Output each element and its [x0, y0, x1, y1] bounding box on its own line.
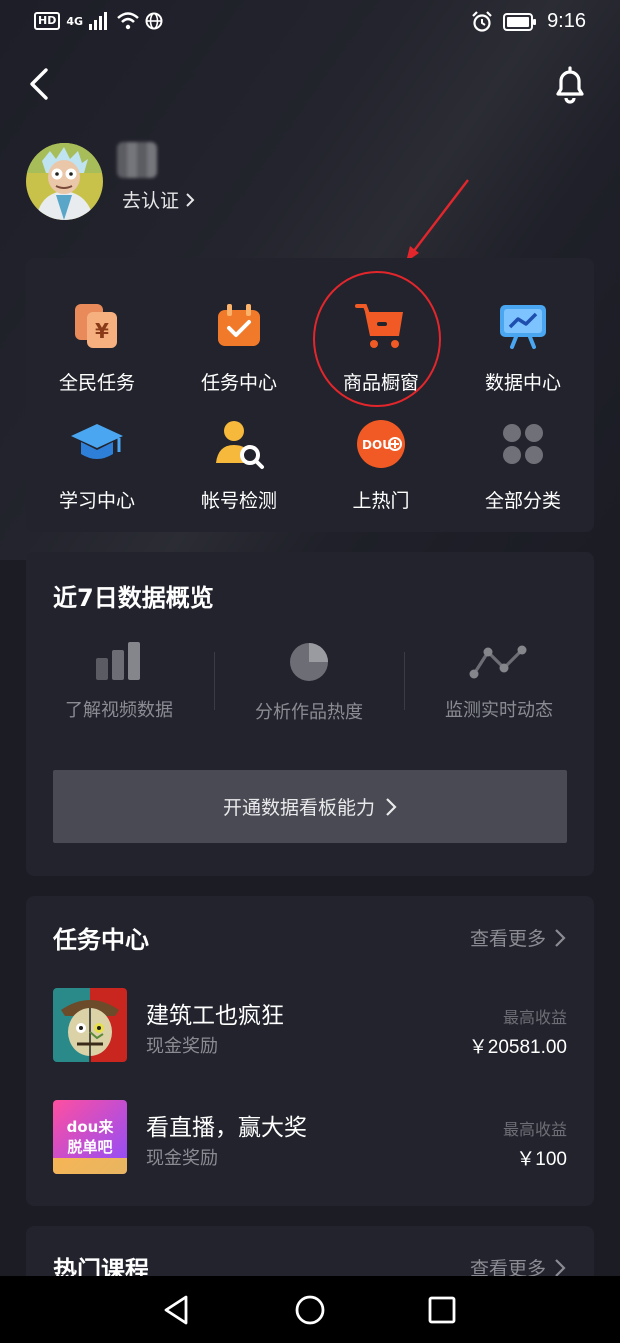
- section-title: 任务中心: [53, 926, 149, 954]
- tools-grid-card: ¥ 全民任务 任务中心 商品橱窗 数据中心 学习中心 帐号检测 DOU 上热门 …: [26, 258, 594, 532]
- status-bar: HD 4G 9:16: [0, 0, 620, 46]
- game-thumbnail: [53, 988, 127, 1062]
- metric-video-data[interactable]: 了解视频数据: [26, 642, 212, 728]
- chevron-left-icon: [30, 68, 48, 100]
- user-search-icon: [211, 416, 267, 472]
- task-earn-value: ￥100: [516, 1149, 567, 1170]
- chevron-right-icon: [386, 797, 397, 816]
- money-cards-icon: ¥: [69, 298, 125, 354]
- tool-label: 全民任务: [58, 372, 135, 394]
- task-earn-label: 最高收益: [502, 1008, 567, 1027]
- cta-label: 开通数据看板能力: [222, 797, 375, 819]
- tool-learning-center[interactable]: 学习中心: [26, 408, 168, 526]
- task-earn-label: 最高收益: [502, 1120, 567, 1139]
- annotation-circle: [313, 271, 441, 407]
- username-blurred: [117, 142, 157, 178]
- all-categories-icon: [495, 416, 551, 472]
- avatar[interactable]: [26, 143, 103, 220]
- tool-dou-plus[interactable]: DOU 上热门: [310, 408, 452, 526]
- task-row[interactable]: 建筑工也疯狂 现金奖励 最高收益 ￥20581.00: [26, 988, 594, 1064]
- battery-icon: [503, 12, 537, 31]
- cartoon-avatar-icon: [26, 143, 103, 220]
- task-center-card: 任务中心 查看更多 建筑工也疯狂 现金奖励 最高收益 ￥20581.00 dou…: [26, 896, 594, 1206]
- tool-label: 帐号检测: [200, 490, 277, 512]
- circle-home-icon: [295, 1295, 325, 1325]
- chevron-right-icon: [555, 1258, 566, 1277]
- enable-data-board-button[interactable]: 开通数据看板能力: [53, 770, 567, 843]
- tool-label: 上热门: [352, 490, 410, 512]
- dou-plus-icon: DOU: [353, 416, 409, 472]
- tool-data-center[interactable]: 数据中心: [452, 290, 594, 408]
- metric-label: 了解视频数据: [65, 700, 173, 721]
- svg-text:DOU: DOU: [362, 438, 392, 452]
- annotation-arrow: [406, 179, 469, 262]
- divider: [404, 652, 405, 710]
- thumb-text-line2: 脱单吧: [67, 1138, 112, 1156]
- verify-label: 去认证: [122, 190, 180, 212]
- metric-label: 分析作品热度: [255, 702, 363, 723]
- chevron-right-icon: [555, 928, 566, 947]
- tool-label: 任务中心: [200, 372, 277, 394]
- task-reward-type: 现金奖励: [146, 1036, 218, 1057]
- thumb-text-line1: dou来: [67, 1118, 115, 1136]
- metric-work-heat[interactable]: 分析作品热度: [216, 642, 402, 728]
- nav-back-button[interactable]: [158, 1292, 194, 1328]
- tool-label: 学习中心: [58, 490, 135, 512]
- alarm-icon: [472, 10, 492, 32]
- more-label: 查看更多: [469, 928, 546, 950]
- back-button[interactable]: [22, 62, 62, 106]
- system-nav-bar: [0, 1276, 620, 1343]
- task-calendar-icon: [211, 298, 267, 354]
- task-reward-type: 现金奖励: [146, 1148, 218, 1169]
- wifi-icon: [117, 12, 139, 30]
- section-title: 近7日数据概览: [53, 584, 214, 612]
- bell-icon: [556, 66, 584, 104]
- tool-label: 全部分类: [484, 490, 561, 512]
- task-name: 看直播，赢大奖: [146, 1115, 307, 1141]
- divider: [214, 652, 215, 710]
- tool-all-categories[interactable]: 全部分类: [452, 408, 594, 526]
- live-thumbnail: dou来 脱单吧: [53, 1100, 127, 1174]
- notifications-button[interactable]: [548, 62, 592, 106]
- bar-chart-icon: [96, 642, 140, 680]
- nav-recents-button[interactable]: [424, 1292, 460, 1328]
- nav-home-button[interactable]: [292, 1292, 328, 1328]
- pie-chart-icon: [290, 643, 328, 681]
- task-name: 建筑工也疯狂: [146, 1003, 284, 1029]
- globe-icon: [145, 12, 163, 30]
- tool-label: 数据中心: [484, 372, 561, 394]
- hd-badge: HD: [34, 12, 61, 30]
- square-recents-icon: [428, 1296, 456, 1324]
- triangle-back-icon: [164, 1295, 188, 1325]
- metric-label: 监测实时动态: [445, 700, 553, 721]
- network-type: 4G: [66, 14, 84, 28]
- view-more-tasks-link[interactable]: 查看更多: [470, 924, 566, 951]
- task-row[interactable]: dou来 脱单吧 看直播，赢大奖 现金奖励 最高收益 ￥100: [26, 1100, 594, 1176]
- metric-realtime-monitor[interactable]: 监测实时动态: [406, 642, 592, 728]
- verify-link[interactable]: 去认证: [122, 186, 195, 213]
- clock-time: 9:16: [547, 10, 586, 32]
- svg-text:¥: ¥: [95, 319, 109, 343]
- tool-account-check[interactable]: 帐号检测: [168, 408, 310, 526]
- chevron-right-icon: [186, 192, 195, 207]
- task-earn-value: ￥20581.00: [468, 1037, 567, 1058]
- line-trend-icon: [469, 645, 527, 679]
- signal-icon: [89, 12, 108, 30]
- tool-task-center[interactable]: 任务中心: [168, 290, 310, 408]
- data-board-icon: [495, 298, 551, 354]
- graduation-cap-icon: [69, 416, 125, 472]
- tool-all-people-tasks[interactable]: ¥ 全民任务: [26, 290, 168, 408]
- data-overview-card: 近7日数据概览 了解视频数据 分析作品热度 监测实时动态 开通数据看板能力: [26, 552, 594, 876]
